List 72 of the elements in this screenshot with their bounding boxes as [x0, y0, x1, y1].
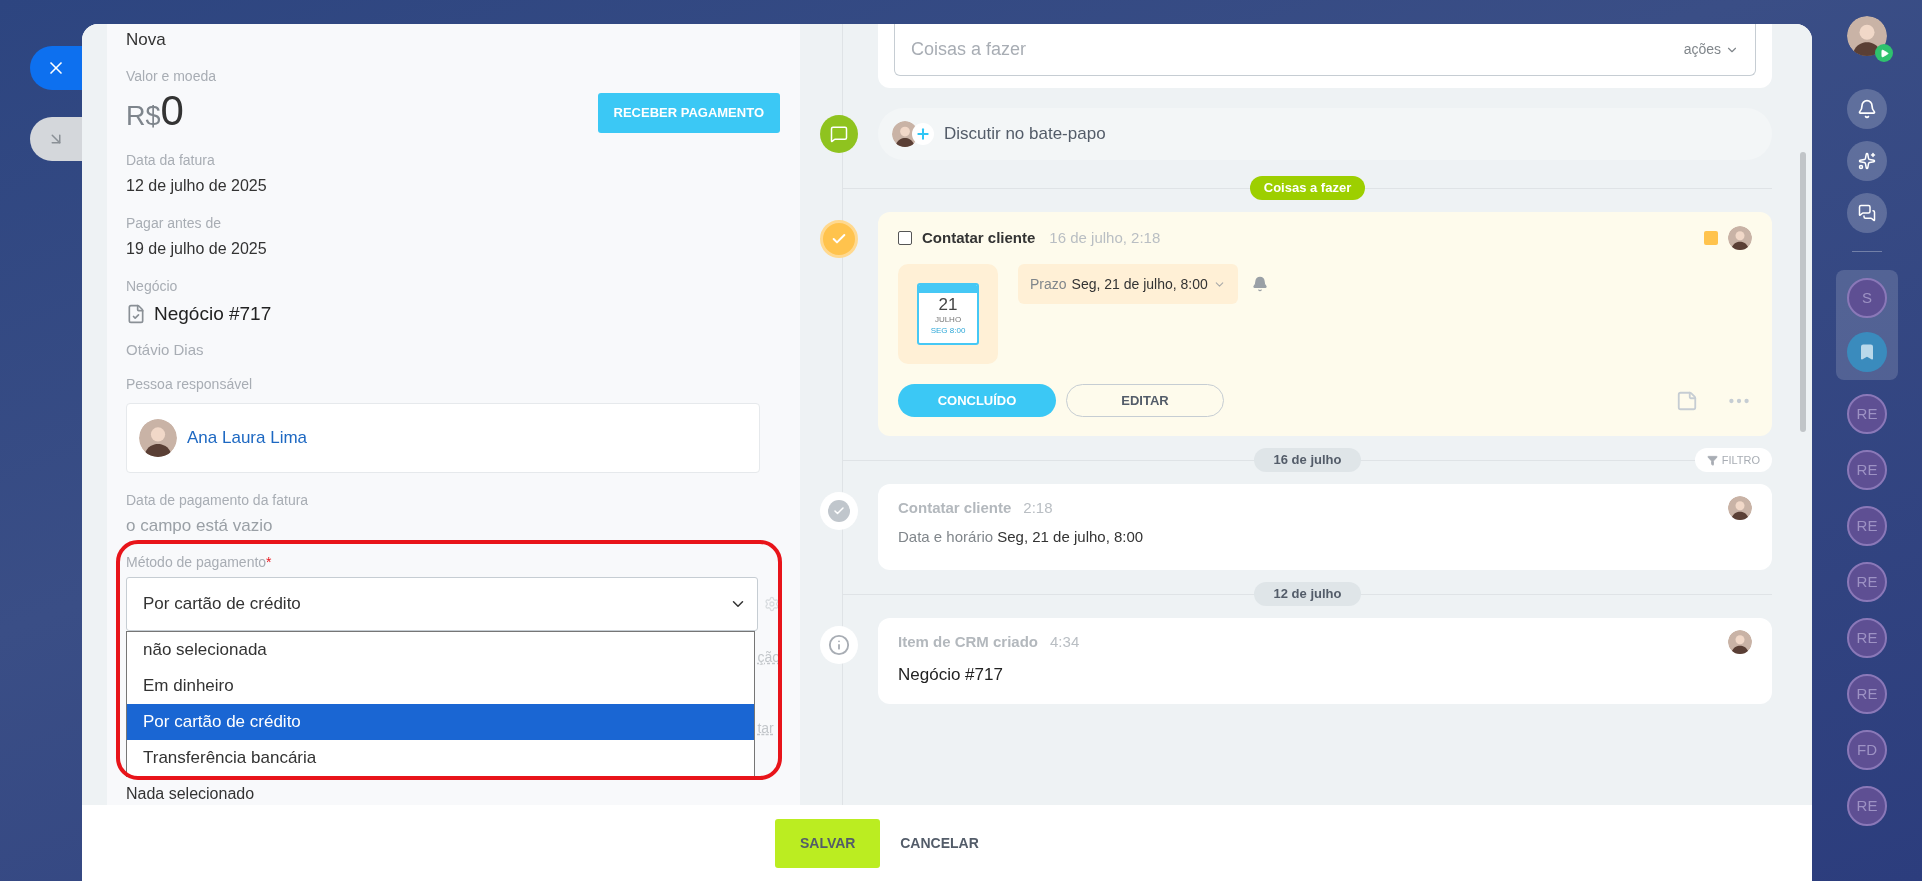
avatar-icon: [139, 419, 177, 457]
calendar-time: SEG 8:00: [930, 325, 966, 336]
chat-icon: [820, 115, 858, 153]
activity-detail: Data e horário Seg, 21 de julho, 8:00: [898, 527, 1145, 547]
chat-bubble[interactable]: S: [1847, 278, 1887, 318]
field-label: Pessoa responsável: [126, 375, 254, 393]
activity-body: Negócio #717: [898, 664, 1004, 686]
receive-payment-button[interactable]: RECEBER PAGAMENTO: [597, 92, 780, 133]
task-title: Contatar cliente: [922, 227, 1036, 248]
collapse-button[interactable]: [30, 117, 82, 161]
chat-bubble[interactable]: RE: [1847, 786, 1887, 826]
task-checkbox[interactable]: [898, 231, 912, 245]
field-value: 12 de julho de 2025: [126, 175, 268, 196]
chat-bubble[interactable]: RE: [1847, 450, 1887, 490]
field-value: 19 de julho de 2025: [126, 238, 268, 259]
dropdown-option[interactable]: Por cartão de crédito: [127, 704, 755, 740]
avatar-icon: [1728, 496, 1752, 520]
avatar-icon: [1728, 226, 1752, 250]
chat-bubble[interactable]: RE: [1847, 618, 1887, 658]
status-text: Nova: [126, 30, 167, 50]
field-label: Data de pagamento da fatura: [126, 491, 310, 509]
field-label: Valor e moeda: [126, 67, 217, 86]
field-label: Pagar antes de: [126, 213, 222, 232]
calendar-month: JULHO: [934, 315, 962, 325]
currency-symbol: R$: [126, 100, 161, 133]
cancel-button[interactable]: CANCELAR: [900, 832, 979, 854]
activity-time: 2:18: [1023, 497, 1053, 518]
bell-icon[interactable]: [1847, 89, 1887, 129]
chat-bubble[interactable]: RE: [1847, 506, 1887, 546]
complete-button[interactable]: CONCLUÍDO: [898, 384, 1056, 417]
field-value: Nada selecionado: [126, 785, 256, 803]
filter-icon: [1706, 454, 1718, 466]
sparkle-icon[interactable]: [1847, 141, 1887, 181]
todo-input[interactable]: Coisas a fazer ações: [894, 24, 1756, 76]
bookmark-icon[interactable]: [1847, 332, 1887, 372]
activity-title: Contatar cliente: [898, 497, 1012, 518]
flag-icon: [1704, 231, 1718, 245]
info-icon: [820, 626, 858, 664]
empty-value: o campo está vazio: [126, 516, 274, 536]
filter-button[interactable]: FILTRO: [1694, 448, 1772, 472]
task-time: 16 de julho, 2:18: [1049, 227, 1161, 248]
field-label: Método de pagamento*: [126, 553, 273, 572]
actions-menu[interactable]: ações: [1683, 39, 1739, 60]
field-label: Data da fatura: [126, 150, 216, 169]
amount-value: 0: [160, 89, 184, 133]
deal-link[interactable]: Negócio #717: [154, 302, 272, 325]
close-button[interactable]: [30, 46, 82, 90]
activity-time: 4:34: [1050, 631, 1080, 652]
section-pill: Coisas a fazer: [1249, 176, 1366, 200]
activity-title: Item de CRM criado: [898, 631, 1039, 652]
field-label: Negócio: [126, 276, 179, 295]
person-link[interactable]: Ana Laura Lima: [187, 425, 308, 451]
chat-bubble[interactable]: RE: [1847, 394, 1887, 434]
chat-bubble[interactable]: FD: [1847, 730, 1887, 770]
payment-method-select[interactable]: Por cartão de crédito: [126, 577, 759, 631]
calendar-day: 21: [938, 295, 958, 315]
check-icon: [820, 492, 858, 530]
chat-bubble[interactable]: RE: [1847, 674, 1887, 714]
user-avatar-icon: [1847, 16, 1887, 56]
chat-bar[interactable]: Discutir no bate-papo: [878, 108, 1772, 160]
document-check-icon: [126, 303, 146, 324]
deadline-chip[interactable]: Prazo Seg, 21 de julho, 8:00: [1018, 264, 1238, 304]
date-pill: 16 de julho: [1253, 448, 1362, 472]
date-pill: 12 de julho: [1253, 582, 1362, 606]
settings-icon[interactable]: [764, 596, 780, 612]
avatar-icon: [1728, 630, 1752, 654]
contact-name: Otávio Dias: [126, 339, 205, 360]
chat-bubble[interactable]: RE: [1847, 562, 1887, 602]
play-icon: [1875, 44, 1893, 62]
save-button[interactable]: SALVAR: [775, 818, 881, 868]
chat-exchange-icon[interactable]: [1847, 193, 1887, 233]
check-icon: [820, 220, 858, 258]
